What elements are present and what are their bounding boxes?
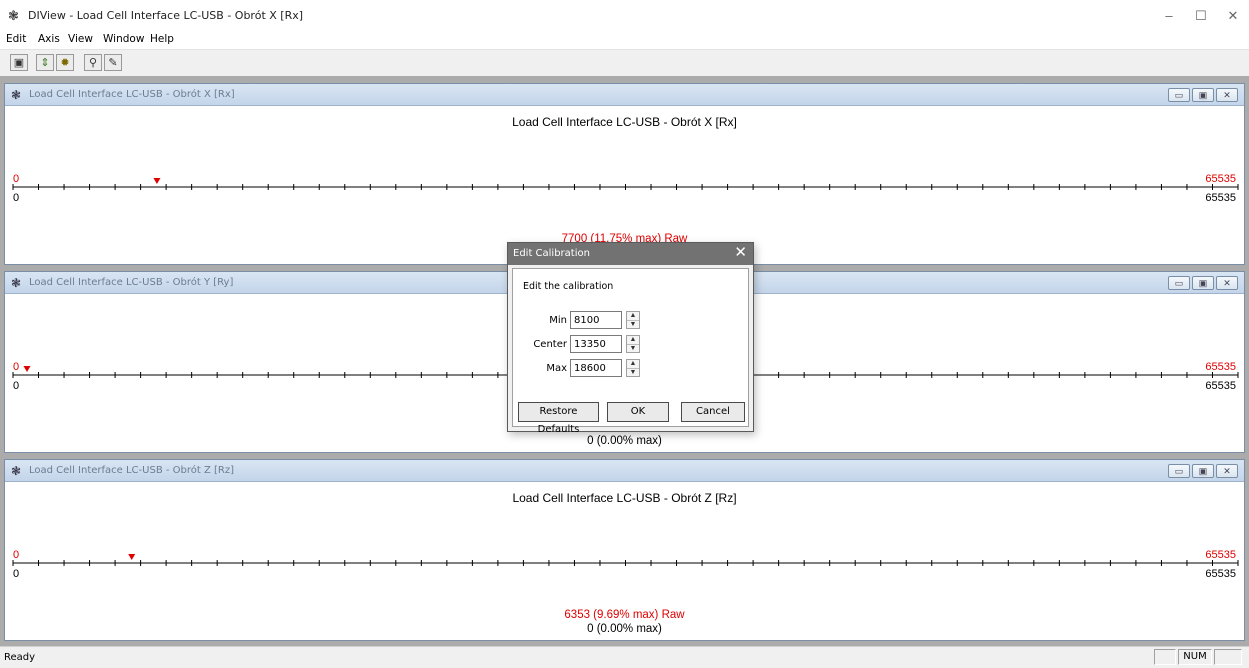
panel-restore-button[interactable]: ▣: [1192, 88, 1214, 102]
scale-max: 65535: [1205, 568, 1236, 580]
dialog-frame: Edit the calibration Min ▲ ▼ Center ▲ ▼ …: [512, 268, 749, 435]
scale-min-red: 0: [13, 549, 20, 561]
min-field[interactable]: [570, 311, 622, 329]
panel-titlebar[interactable]: ❃ Load Cell Interface LC-USB - Obrót Z […: [5, 460, 1244, 482]
app-logo-icon: ❃: [11, 88, 22, 102]
status-text: Ready: [4, 652, 36, 663]
toolbar: ▣ ⇕ ✹ ⚲ ✎: [0, 49, 1249, 77]
spin-up-icon[interactable]: ▲: [627, 360, 639, 369]
spin-down-icon[interactable]: ▼: [627, 369, 639, 377]
edit-calibration-dialog[interactable]: Edit Calibration ✕ Edit the calibration …: [507, 242, 754, 435]
menu-bar: Edit Axis View Window Help: [0, 31, 1249, 49]
panel-rx[interactable]: ❃ Load Cell Interface LC-USB - Obrót X […: [4, 83, 1245, 265]
edit-icon[interactable]: ✎: [104, 54, 122, 71]
panel-title: Load Cell Interface LC-USB - Obrót X [Rx…: [29, 89, 235, 100]
app-logo-icon: ❃: [8, 8, 19, 23]
panel-title: Load Cell Interface LC-USB - Obrót Z [Rz…: [29, 465, 234, 476]
value-marker-icon: [153, 178, 161, 184]
menu-view[interactable]: View: [68, 33, 93, 45]
panel-minimize-button[interactable]: ▭: [1168, 88, 1190, 102]
dialog-title: Edit Calibration: [513, 248, 590, 259]
menu-window[interactable]: Window: [103, 33, 144, 45]
scale-min: 0: [13, 380, 20, 392]
scale-min-red: 0: [13, 361, 20, 373]
panel-rz[interactable]: ❃ Load Cell Interface LC-USB - Obrót Z […: [4, 459, 1245, 641]
panel-title: Load Cell Interface LC-USB - Obrót Y [Ry…: [29, 277, 234, 288]
min-spinner[interactable]: ▲ ▼: [626, 311, 640, 329]
dialog-description: Edit the calibration: [523, 281, 614, 292]
key-icon[interactable]: ⚲: [84, 54, 102, 71]
value-marker-icon: [128, 554, 136, 560]
scale-min-red: 0: [13, 173, 20, 185]
scale-min: 0: [13, 192, 20, 204]
status-bar: Ready NUM: [0, 646, 1249, 668]
max-label: Max: [546, 363, 567, 374]
panel-minimize-button[interactable]: ▭: [1168, 464, 1190, 478]
refresh-arrows-icon[interactable]: ⇕: [36, 54, 54, 71]
spin-up-icon[interactable]: ▲: [627, 312, 639, 321]
save-icon[interactable]: ▣: [10, 54, 28, 71]
menu-edit[interactable]: Edit: [6, 33, 26, 45]
minimize-button[interactable]: –: [1154, 4, 1184, 28]
panel-close-button[interactable]: ✕: [1216, 276, 1238, 290]
min-label: Min: [549, 315, 567, 326]
panel-close-button[interactable]: ✕: [1216, 88, 1238, 102]
value-readout: 0 (0.00% max): [587, 623, 662, 635]
window-titlebar: ❃ DIView - Load Cell Interface LC-USB - …: [0, 0, 1249, 31]
scale-min: 0: [13, 568, 20, 580]
panel-restore-button[interactable]: ▣: [1192, 464, 1214, 478]
spin-down-icon[interactable]: ▼: [627, 345, 639, 353]
raw-readout: 6353 (9.69% max) Raw: [564, 609, 685, 621]
dialog-body: Edit the calibration Min ▲ ▼ Center ▲ ▼ …: [509, 265, 752, 435]
close-button[interactable]: ✕: [1218, 4, 1248, 28]
spin-down-icon[interactable]: ▼: [627, 321, 639, 329]
panel-titlebar[interactable]: ❃ Load Cell Interface LC-USB - Obrót X […: [5, 84, 1244, 106]
app-logo-icon: ❃: [11, 464, 22, 478]
status-pane-empty: [1214, 649, 1242, 665]
center-field[interactable]: [570, 335, 622, 353]
center-spinner[interactable]: ▲ ▼: [626, 335, 640, 353]
panel-close-button[interactable]: ✕: [1216, 464, 1238, 478]
gauge-area: Load Cell Interface LC-USB - Obrót Z [Rz…: [11, 483, 1239, 638]
scale-max: 65535: [1205, 380, 1236, 392]
gear-icon[interactable]: ✹: [56, 54, 74, 71]
ok-button[interactable]: OK: [607, 402, 669, 422]
maximize-button[interactable]: ☐: [1186, 4, 1216, 28]
panel-restore-button[interactable]: ▣: [1192, 276, 1214, 290]
scale-max-red: 65535: [1205, 361, 1236, 373]
dialog-titlebar[interactable]: Edit Calibration ✕: [508, 243, 753, 265]
window-title: DIView - Load Cell Interface LC-USB - Ob…: [28, 9, 304, 22]
menu-axis[interactable]: Axis: [38, 33, 60, 45]
status-pane-empty: [1154, 649, 1176, 665]
value-marker-icon: [23, 366, 31, 372]
center-label: Center: [533, 339, 567, 350]
spin-up-icon[interactable]: ▲: [627, 336, 639, 345]
cancel-button[interactable]: Cancel: [681, 402, 745, 422]
restore-defaults-button[interactable]: Restore Defaults: [518, 402, 599, 435]
panel-minimize-button[interactable]: ▭: [1168, 276, 1190, 290]
scale-max: 65535: [1205, 192, 1236, 204]
scale-max-red: 65535: [1205, 173, 1236, 185]
gauge-area: Load Cell Interface LC-USB - Obrót X [Rx…: [11, 107, 1239, 262]
value-readout: 0 (0.00% max): [587, 435, 662, 447]
scale-max-red: 65535: [1205, 549, 1236, 561]
app-logo-icon: ❃: [11, 276, 22, 290]
num-lock-indicator: NUM: [1178, 649, 1212, 665]
menu-help[interactable]: Help: [150, 33, 174, 45]
close-icon[interactable]: ✕: [734, 245, 747, 261]
max-spinner[interactable]: ▲ ▼: [626, 359, 640, 377]
max-field[interactable]: [570, 359, 622, 377]
